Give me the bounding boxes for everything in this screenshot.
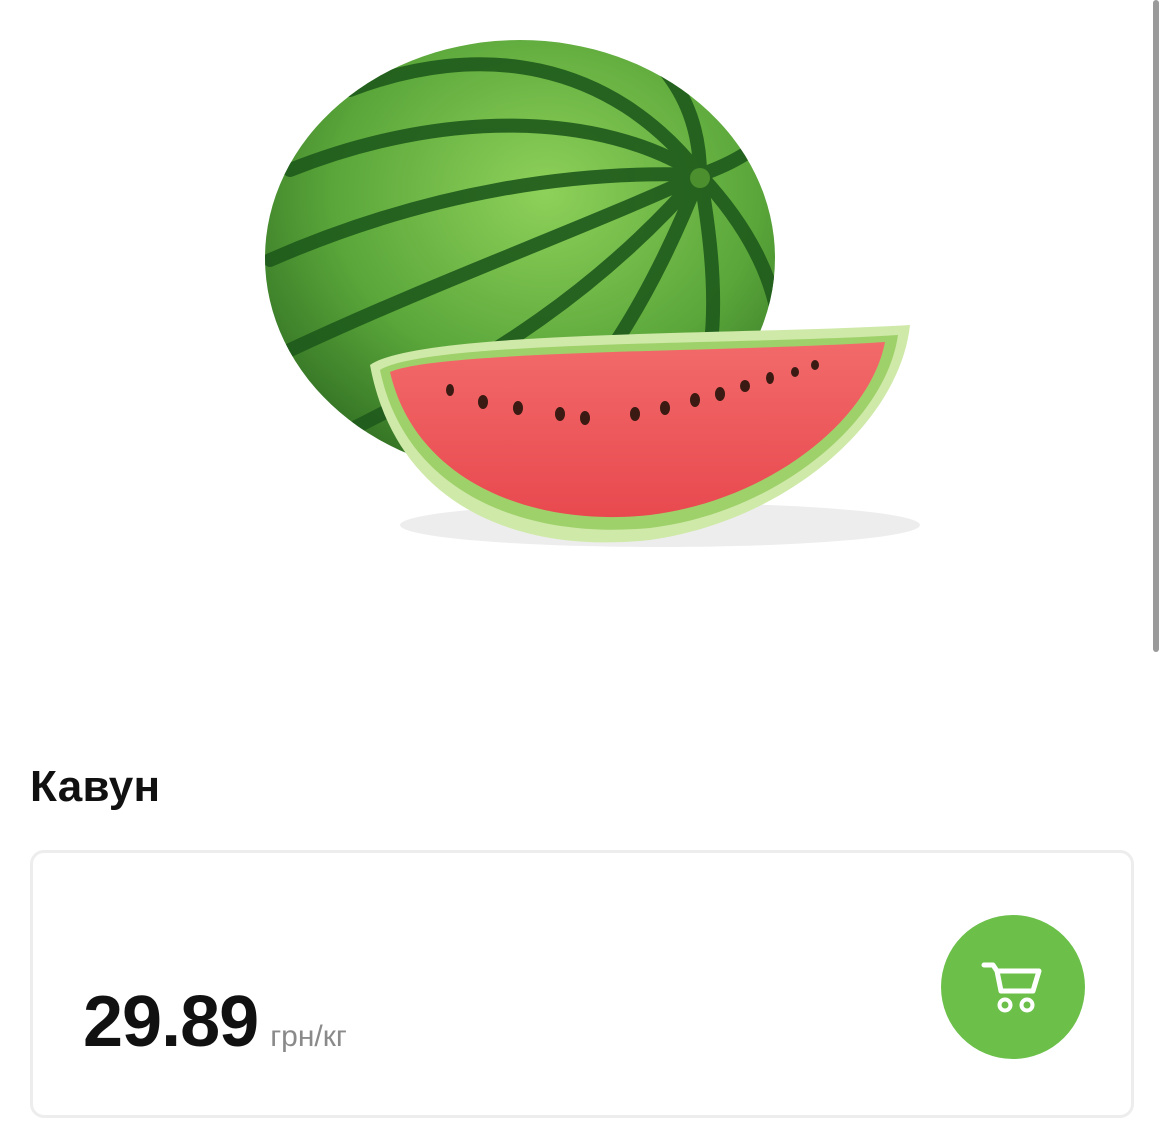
- add-to-cart-button[interactable]: [941, 915, 1085, 1059]
- product-title: Кавун: [30, 762, 161, 811]
- price-unit: грн/кг: [270, 1020, 347, 1053]
- scrollbar[interactable]: [1153, 0, 1159, 652]
- cart-icon: [981, 962, 1042, 1013]
- product-screen: Кавун 29.89 грн/кг: [0, 0, 1166, 1132]
- product-image: [180, 0, 980, 580]
- price-row: 29.89 грн/кг: [83, 981, 347, 1063]
- watermelon-image: [265, 40, 920, 547]
- price-value: 29.89: [83, 982, 259, 1062]
- price-card: 29.89 грн/кг: [30, 850, 1134, 1118]
